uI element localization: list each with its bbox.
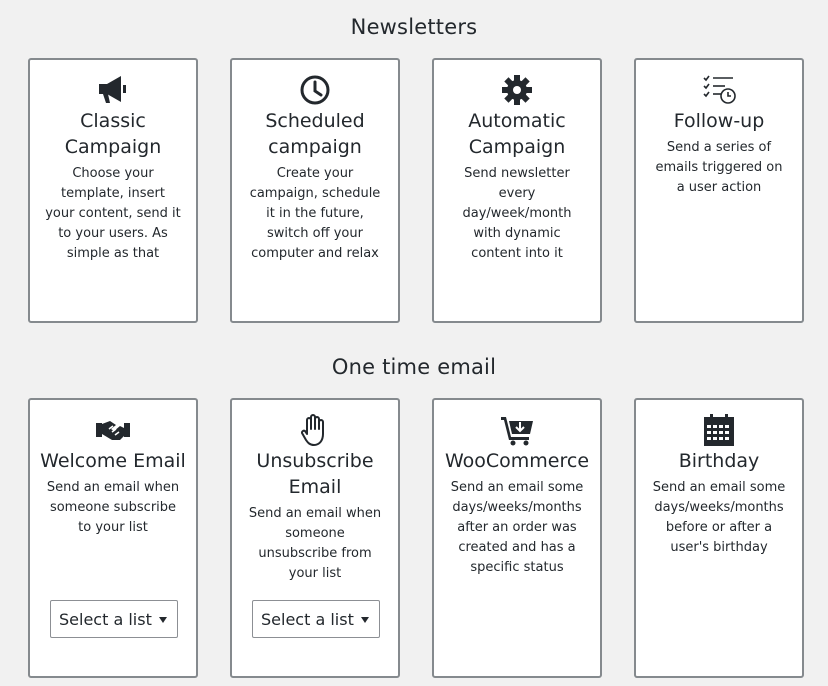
card-description: Choose your template, insert your conten… xyxy=(45,166,181,261)
card-description: Send an email some days/weeks/months bef… xyxy=(652,480,786,555)
card-description: Send an email when someone subscribe to … xyxy=(46,480,180,535)
select-value: Select a list xyxy=(59,609,152,629)
card-description: Send newsletter every day/week/month wit… xyxy=(462,166,572,261)
card-scheduled-campaign[interactable]: Scheduled campaign Create your campaign,… xyxy=(230,58,400,323)
hand-icon xyxy=(301,414,324,446)
card-title: Follow-up xyxy=(673,110,765,132)
card-unsubscribe-email[interactable]: Unsubscribe Email Send an email when som… xyxy=(230,398,400,678)
calendar-icon xyxy=(704,414,734,446)
card-welcome-email[interactable]: Welcome Email Send an email when someone… xyxy=(28,398,198,678)
card-follow-up[interactable]: Follow-up Send a series of emails trigge… xyxy=(634,58,804,323)
card-title: Unsubscribe Email xyxy=(256,450,374,498)
select-list-dropdown[interactable]: Select a list xyxy=(252,600,380,638)
select-list-dropdown[interactable]: Select a list xyxy=(50,600,178,638)
chevron-down-icon xyxy=(361,617,369,623)
section-title-one-time-email: One time email xyxy=(331,355,497,379)
checklist-clock-icon xyxy=(703,75,736,104)
card-title: Welcome Email xyxy=(40,450,186,472)
card-woocommerce[interactable]: WooCommerce Send an email some days/week… xyxy=(432,398,602,678)
card-description: Send an email when someone unsubscribe f… xyxy=(248,506,382,581)
megaphone-icon xyxy=(99,76,126,103)
card-birthday[interactable]: Birthday Send an email some days/weeks/m… xyxy=(634,398,804,678)
select-value: Select a list xyxy=(261,609,354,629)
card-title: Classic Campaign xyxy=(64,110,162,158)
handshake-icon xyxy=(96,421,130,440)
card-description: Send a series of emails triggered on a u… xyxy=(655,140,783,195)
section-title-newsletters: Newsletters xyxy=(350,15,478,39)
card-title: Birthday xyxy=(678,450,760,472)
cart-download-icon xyxy=(501,417,533,446)
card-automatic-campaign[interactable]: Automatic Campaign Send newsletter every… xyxy=(432,58,602,323)
chevron-down-icon xyxy=(159,617,167,623)
card-classic-campaign[interactable]: Classic Campaign Choose your template, i… xyxy=(28,58,198,323)
card-title: Automatic Campaign xyxy=(468,110,566,158)
card-title: WooCommerce xyxy=(444,450,590,472)
card-title: Scheduled campaign xyxy=(265,110,365,158)
clock-icon xyxy=(300,75,330,105)
card-description: Send an email some days/weeks/months aft… xyxy=(450,480,584,575)
card-description: Create your campaign, schedule it in the… xyxy=(249,166,381,261)
gear-icon xyxy=(502,75,532,105)
